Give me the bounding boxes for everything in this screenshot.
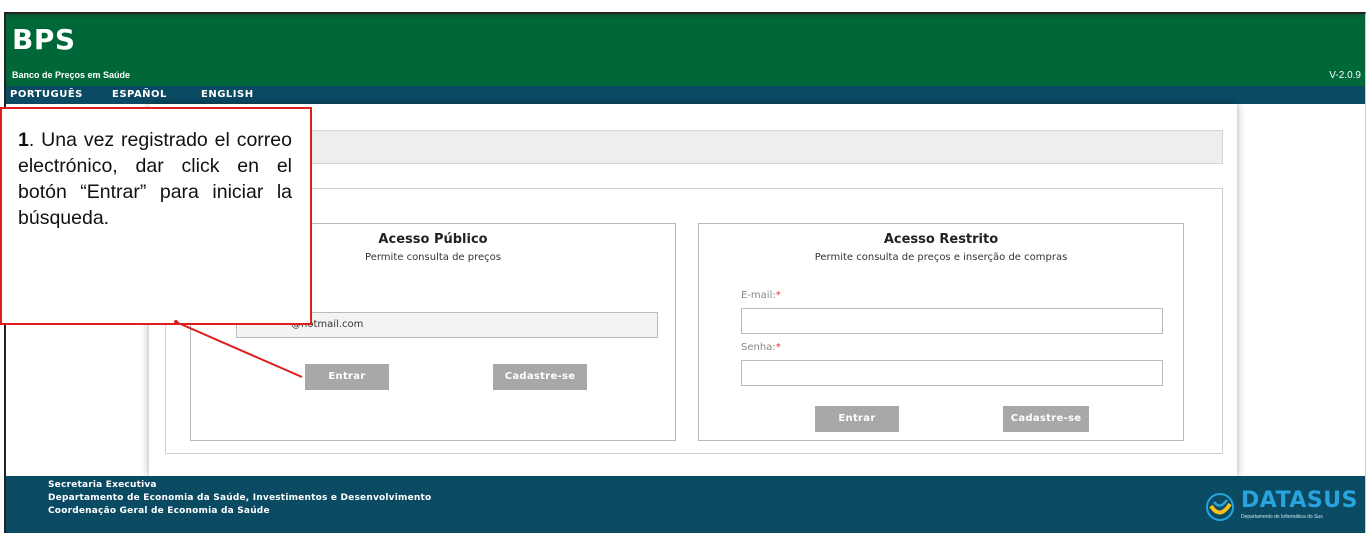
callout-arrow xyxy=(174,320,303,378)
